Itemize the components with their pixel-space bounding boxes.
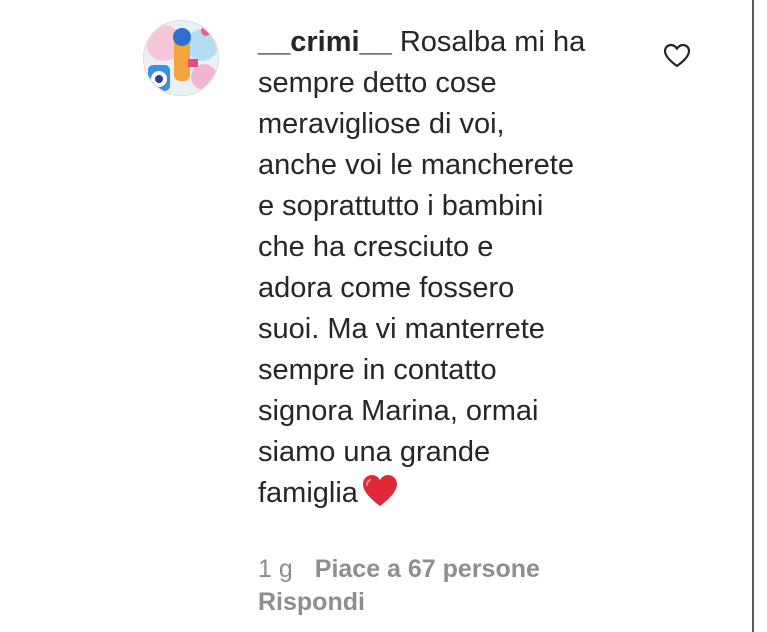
panel-border xyxy=(752,0,754,632)
comment-text-line: signora Marina, ormai xyxy=(258,395,539,427)
comment-text: __crimi__ Rosalba mi ha sempre detto cose… xyxy=(258,22,638,514)
comment-line: famiglia xyxy=(258,473,638,514)
comment-text-line: e soprattutto i bambini xyxy=(258,190,544,222)
comment-text-line: siamo una grande xyxy=(258,436,491,468)
comment-username[interactable]: __crimi__ xyxy=(258,26,392,58)
comment-text-line: anche voi le mancherete xyxy=(258,149,574,181)
comment-text-line: sempre detto cose xyxy=(258,67,497,99)
comment-text-line: sempre in contatto xyxy=(258,354,497,386)
comment-line: __crimi__ Rosalba mi ha xyxy=(258,22,638,63)
comment-text-line: adora come fossero xyxy=(258,272,515,304)
avatar[interactable] xyxy=(143,20,219,96)
red-heart-emoji-icon xyxy=(362,474,398,508)
heart-outline-icon[interactable] xyxy=(663,42,691,70)
comment-text-line: famiglia xyxy=(258,477,358,509)
comment-meta: 1 g Piace a 67 persone xyxy=(258,553,540,585)
comment-text-line: suoi. Ma vi manterrete xyxy=(258,313,545,345)
comment: __crimi__ Rosalba mi ha sempre detto cose… xyxy=(0,0,767,632)
reply-button[interactable]: Rispondi xyxy=(258,586,365,618)
comment-timestamp[interactable]: 1 g xyxy=(258,555,293,583)
comment-text-line: meravigliose di voi, xyxy=(258,108,505,140)
comment-text-line: Rosalba mi ha xyxy=(399,26,586,58)
likes-count-link[interactable]: Piace a 67 persone xyxy=(315,555,540,583)
comment-text-line: che ha cresciuto e xyxy=(258,231,494,263)
